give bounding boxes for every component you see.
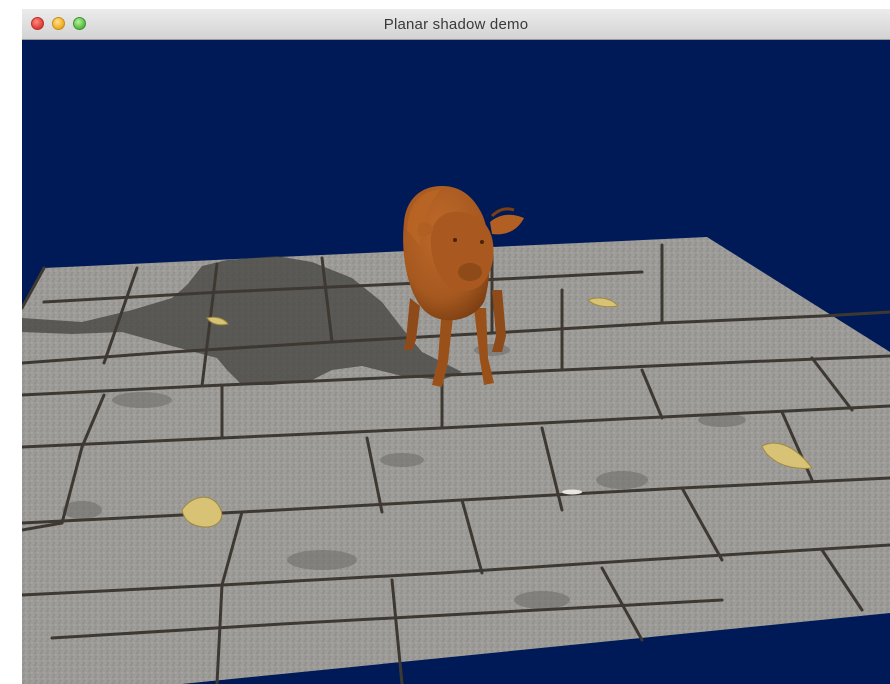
title-bar[interactable]: Planar shadow demo	[22, 9, 890, 40]
render-viewport[interactable]	[22, 40, 890, 684]
scene-canvas[interactable]	[22, 40, 890, 684]
window-title: Planar shadow demo	[383, 16, 529, 33]
app-window: Planar shadow demo	[22, 9, 890, 684]
paper-scrap	[562, 489, 582, 495]
